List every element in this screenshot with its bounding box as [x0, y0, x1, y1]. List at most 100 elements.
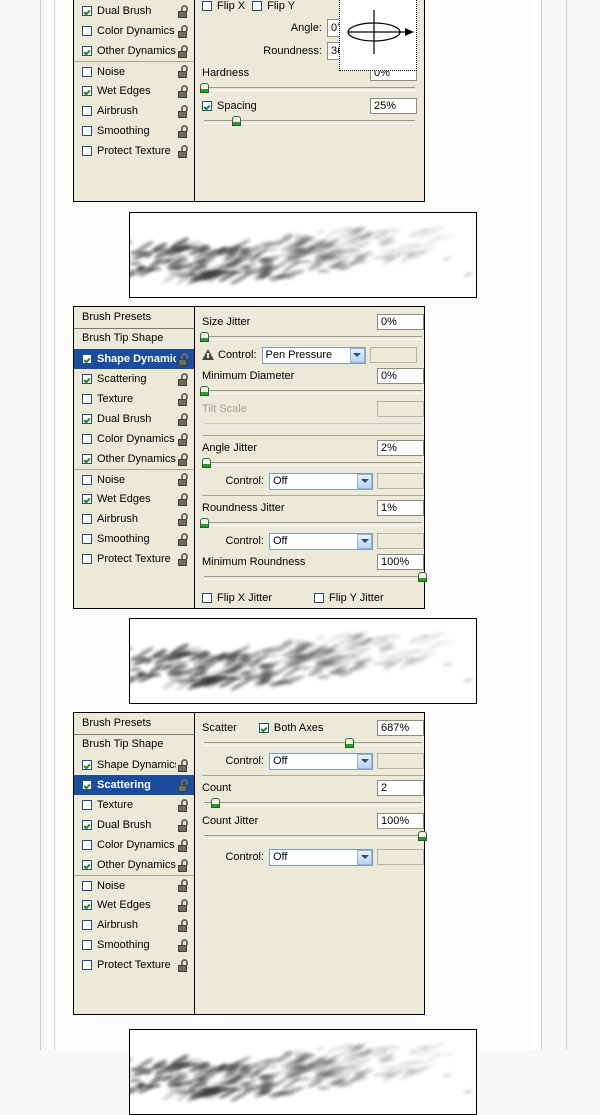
lock-icon[interactable]: [178, 432, 190, 446]
checkbox-icon[interactable]: [82, 46, 92, 56]
chevron-down-icon[interactable]: [357, 753, 372, 769]
lock-icon[interactable]: [178, 492, 190, 506]
sidebar-item-protect-texture[interactable]: Protect Texture: [74, 141, 194, 161]
checkbox-icon[interactable]: [82, 880, 92, 891]
checkbox-icon[interactable]: [82, 434, 92, 444]
brushes-panel-scattering[interactable]: Brush Presets Brush Tip Shape Shape Dynami…: [73, 712, 428, 1015]
chevron-down-icon[interactable]: [357, 849, 372, 865]
brush-tip-shape-options[interactable]: Diameter 41 px Flip X Flip Y Angle: 0° R…: [195, 0, 424, 201]
brush-angle-preview[interactable]: [339, 0, 417, 71]
sidebar-item-other-dynamics[interactable]: Other Dynamics: [74, 449, 194, 469]
sidebar-item-noise[interactable]: Noise: [74, 61, 194, 81]
lock-icon[interactable]: [178, 24, 190, 38]
brush-stroke-preview-2[interactable]: [129, 618, 477, 704]
checkbox-icon[interactable]: [82, 66, 92, 77]
checkbox-icon[interactable]: [314, 592, 324, 603]
sidebar-item-airbrush[interactable]: Airbrush: [74, 509, 194, 529]
sidebar-item-noise[interactable]: Noise: [74, 875, 194, 895]
checkbox-icon[interactable]: [82, 860, 92, 870]
checkbox-icon[interactable]: [82, 6, 92, 16]
checkbox-icon[interactable]: [82, 820, 92, 830]
checkbox-icon[interactable]: [82, 126, 92, 136]
checkbox-icon[interactable]: [82, 800, 92, 810]
lock-icon[interactable]: [178, 124, 190, 138]
flip-x-checkbox[interactable]: Flip X: [202, 0, 245, 12]
sidebar-header[interactable]: Brush Presets: [74, 307, 194, 329]
roundness-jitter-value[interactable]: 1%: [377, 499, 424, 516]
sidebar-item-smoothing[interactable]: Smoothing: [74, 121, 194, 141]
both-axes-checkbox[interactable]: [258, 722, 269, 733]
lock-icon[interactable]: [178, 473, 190, 486]
sidebar-item-dual-brush[interactable]: Dual Brush: [74, 815, 194, 835]
brushes-panel-tip-shape[interactable]: Dual Brush Color Dynamics Other Dynamics No…: [73, 0, 425, 202]
lock-icon[interactable]: [178, 392, 190, 406]
minimum-roundness-value[interactable]: 100%: [377, 553, 424, 570]
roundness-jitter-slider[interactable]: [199, 518, 424, 529]
size-jitter-value[interactable]: 0%: [377, 313, 424, 330]
slider-knob[interactable]: [201, 458, 212, 469]
sidebar-item-scattering[interactable]: Scattering: [74, 775, 194, 795]
hardness-slider[interactable]: [200, 83, 417, 94]
sidebar-item-color-dynamics[interactable]: Color Dynamics: [74, 429, 194, 449]
checkbox-icon[interactable]: [82, 494, 92, 504]
sidebar-header[interactable]: Brush Presets: [74, 713, 194, 735]
slider-knob[interactable]: [231, 116, 242, 127]
checkbox-icon[interactable]: [82, 106, 92, 116]
minimum-diameter-value[interactable]: 0%: [377, 367, 424, 384]
sidebar-item-brush-tip-shape[interactable]: Brush Tip Shape: [74, 329, 194, 349]
spacing-checkbox[interactable]: [202, 100, 212, 111]
size-control-select[interactable]: Pen Pressure: [261, 346, 366, 364]
lock-icon[interactable]: [178, 838, 190, 852]
spacing-value[interactable]: 25%: [370, 97, 417, 114]
lock-icon[interactable]: [178, 84, 190, 98]
checkbox-icon[interactable]: [82, 394, 92, 404]
checkbox-icon[interactable]: [82, 554, 92, 564]
minimum-roundness-slider[interactable]: [202, 572, 427, 583]
sidebar-item-scattering[interactable]: Scattering: [74, 369, 194, 389]
checkbox-icon[interactable]: [82, 940, 92, 950]
slider-knob[interactable]: [417, 831, 428, 842]
slider-knob[interactable]: [199, 518, 210, 529]
sidebar-item-brush-tip-shape[interactable]: Brush Tip Shape: [74, 735, 194, 755]
lock-icon[interactable]: [178, 879, 190, 892]
flip-y-jitter-checkbox[interactable]: Flip Y Jitter: [314, 592, 384, 604]
sidebar-item-shape-dynamics[interactable]: Shape Dynamics: [74, 755, 194, 775]
sidebar-item-dual-brush[interactable]: Dual Brush: [74, 409, 194, 429]
sidebar-item-protect-texture[interactable]: Protect Texture: [74, 955, 194, 975]
sidebar-item-wet-edges[interactable]: Wet Edges: [74, 81, 194, 101]
sidebar-item-airbrush[interactable]: Airbrush: [74, 101, 194, 121]
brush-stroke-preview-3[interactable]: [129, 1029, 477, 1115]
sidebar-item-texture[interactable]: Texture: [74, 389, 194, 409]
flip-x-jitter-checkbox[interactable]: Flip X Jitter: [202, 592, 307, 604]
brush-options-sidebar-1[interactable]: Dual Brush Color Dynamics Other Dynamics No…: [74, 0, 195, 201]
lock-icon[interactable]: [178, 352, 190, 366]
lock-icon[interactable]: [178, 412, 190, 426]
size-jitter-slider[interactable]: [200, 332, 424, 343]
lock-icon[interactable]: [178, 918, 190, 932]
chevron-down-icon[interactable]: [357, 473, 372, 489]
lock-icon[interactable]: [178, 532, 190, 546]
checkbox-icon[interactable]: [82, 374, 92, 384]
lock-icon[interactable]: [178, 372, 190, 386]
lock-icon[interactable]: [178, 512, 190, 526]
brush-stroke-preview-1[interactable]: [129, 212, 477, 298]
lock-icon[interactable]: [178, 104, 190, 118]
sidebar-item-other-dynamics[interactable]: Other Dynamics: [74, 41, 194, 61]
lock-icon[interactable]: [178, 758, 190, 772]
count-jitter-value[interactable]: 100%: [377, 812, 424, 829]
checkbox-icon[interactable]: [82, 960, 92, 970]
lock-icon[interactable]: [178, 958, 190, 972]
checkbox-icon[interactable]: [202, 592, 212, 603]
sidebar-item-dual-brush[interactable]: Dual Brush: [74, 1, 194, 21]
brush-options-sidebar-2[interactable]: Brush Presets Brush Tip Shape Shape Dynami…: [74, 307, 195, 608]
sidebar-item-smoothing[interactable]: Smoothing: [74, 935, 194, 955]
slider-knob[interactable]: [210, 798, 221, 809]
scatter-value[interactable]: 687%: [377, 719, 424, 736]
brush-options-sidebar-3[interactable]: Brush Presets Brush Tip Shape Shape Dynami…: [74, 713, 195, 1014]
checkbox-icon[interactable]: [82, 920, 92, 930]
shape-dynamics-options[interactable]: Size Jitter 0% Control: Pen Pressure Min…: [195, 307, 431, 608]
scatter-slider[interactable]: [202, 738, 424, 749]
checkbox-icon[interactable]: [82, 86, 92, 96]
lock-icon[interactable]: [178, 778, 190, 792]
sidebar-item-color-dynamics[interactable]: Color Dynamics: [74, 835, 194, 855]
